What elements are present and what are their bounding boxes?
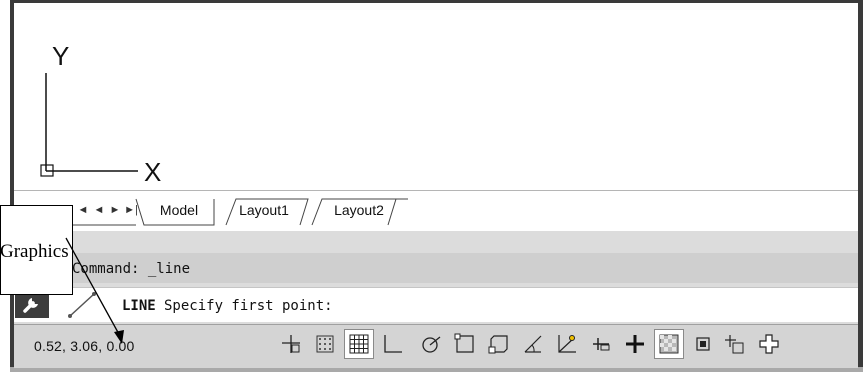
quick-properties-button[interactable] <box>688 329 718 359</box>
snap-mode-icon <box>316 335 334 353</box>
drawing-canvas[interactable]: Y X <box>14 3 858 190</box>
transparency-icon <box>659 334 679 354</box>
layout-tab-bar: ◄ ◄ ► ►| Model Layout1 Layout2 <box>14 190 858 231</box>
command-line-panel: Command: _line LINE Specify first point: <box>14 231 858 333</box>
dynamic-input-icon <box>593 338 610 351</box>
tab-layout1[interactable]: Layout1 <box>224 198 304 222</box>
ucs-x-label: X <box>144 157 161 187</box>
tab-model[interactable]: Model <box>146 198 212 222</box>
infer-constraints-icon <box>282 335 300 353</box>
grid-display-icon <box>349 334 369 354</box>
ucs-y-label: Y <box>52 43 69 71</box>
polar-tracking-button[interactable] <box>416 329 446 359</box>
tab-nav-next-button[interactable]: ► <box>108 201 122 219</box>
dynamic-ucs-icon <box>558 335 576 353</box>
ortho-mode-button[interactable] <box>378 329 408 359</box>
object-snap-icon <box>454 333 474 353</box>
quick-properties-icon <box>696 337 710 351</box>
ucs-icon: Y X <box>40 43 161 187</box>
tab-nav-first-button[interactable]: ◄ <box>76 201 90 219</box>
status-bar: 0.52, 3.06, 0.00 <box>14 324 858 368</box>
object-snap-tracking-icon <box>524 335 542 353</box>
tab-nav-previous-button[interactable]: ◄ <box>92 201 106 219</box>
selection-cycling-icon <box>725 335 744 354</box>
wrench-icon <box>23 298 38 313</box>
infer-constraints-button[interactable] <box>276 329 306 359</box>
3d-object-snap-button[interactable] <box>484 329 514 359</box>
3d-object-snap-icon <box>488 335 508 354</box>
coordinate-readout[interactable]: 0.52, 3.06, 0.00 <box>34 338 135 354</box>
tab-nav-last-button[interactable]: ►| <box>124 201 138 219</box>
tab-layout2[interactable]: Layout2 <box>319 198 399 222</box>
transparency-button[interactable] <box>654 329 684 359</box>
annotation-monitor-icon <box>759 334 779 354</box>
command-history: Command: _line <box>14 253 858 283</box>
command-input[interactable]: LINE Specify first point: <box>14 287 858 322</box>
ortho-mode-icon <box>384 335 402 353</box>
callout-label: Graphics <box>0 241 69 262</box>
autocad-window: Y X ◄ ◄ ► ►| Model Layout1 Layout2 Comma… <box>10 0 863 372</box>
selection-cycling-button[interactable] <box>720 329 750 359</box>
show-lineweight-button[interactable] <box>620 329 650 359</box>
show-lineweight-icon <box>626 335 644 353</box>
command-history-text: Command: _line <box>72 261 191 277</box>
dynamic-ucs-button[interactable] <box>552 329 582 359</box>
object-snap-button[interactable] <box>450 329 480 359</box>
command-prompt-text: Specify first point: <box>164 298 333 314</box>
snap-mode-button[interactable] <box>310 329 340 359</box>
tab-outlines <box>14 198 408 226</box>
polar-tracking-icon <box>422 336 441 353</box>
window-frame-right <box>858 0 863 372</box>
grid-display-button[interactable] <box>344 329 374 359</box>
object-snap-tracking-button[interactable] <box>518 329 548 359</box>
command-keyword: LINE <box>122 298 156 314</box>
dynamic-input-button[interactable] <box>586 329 616 359</box>
annotation-monitor-button[interactable] <box>754 329 784 359</box>
